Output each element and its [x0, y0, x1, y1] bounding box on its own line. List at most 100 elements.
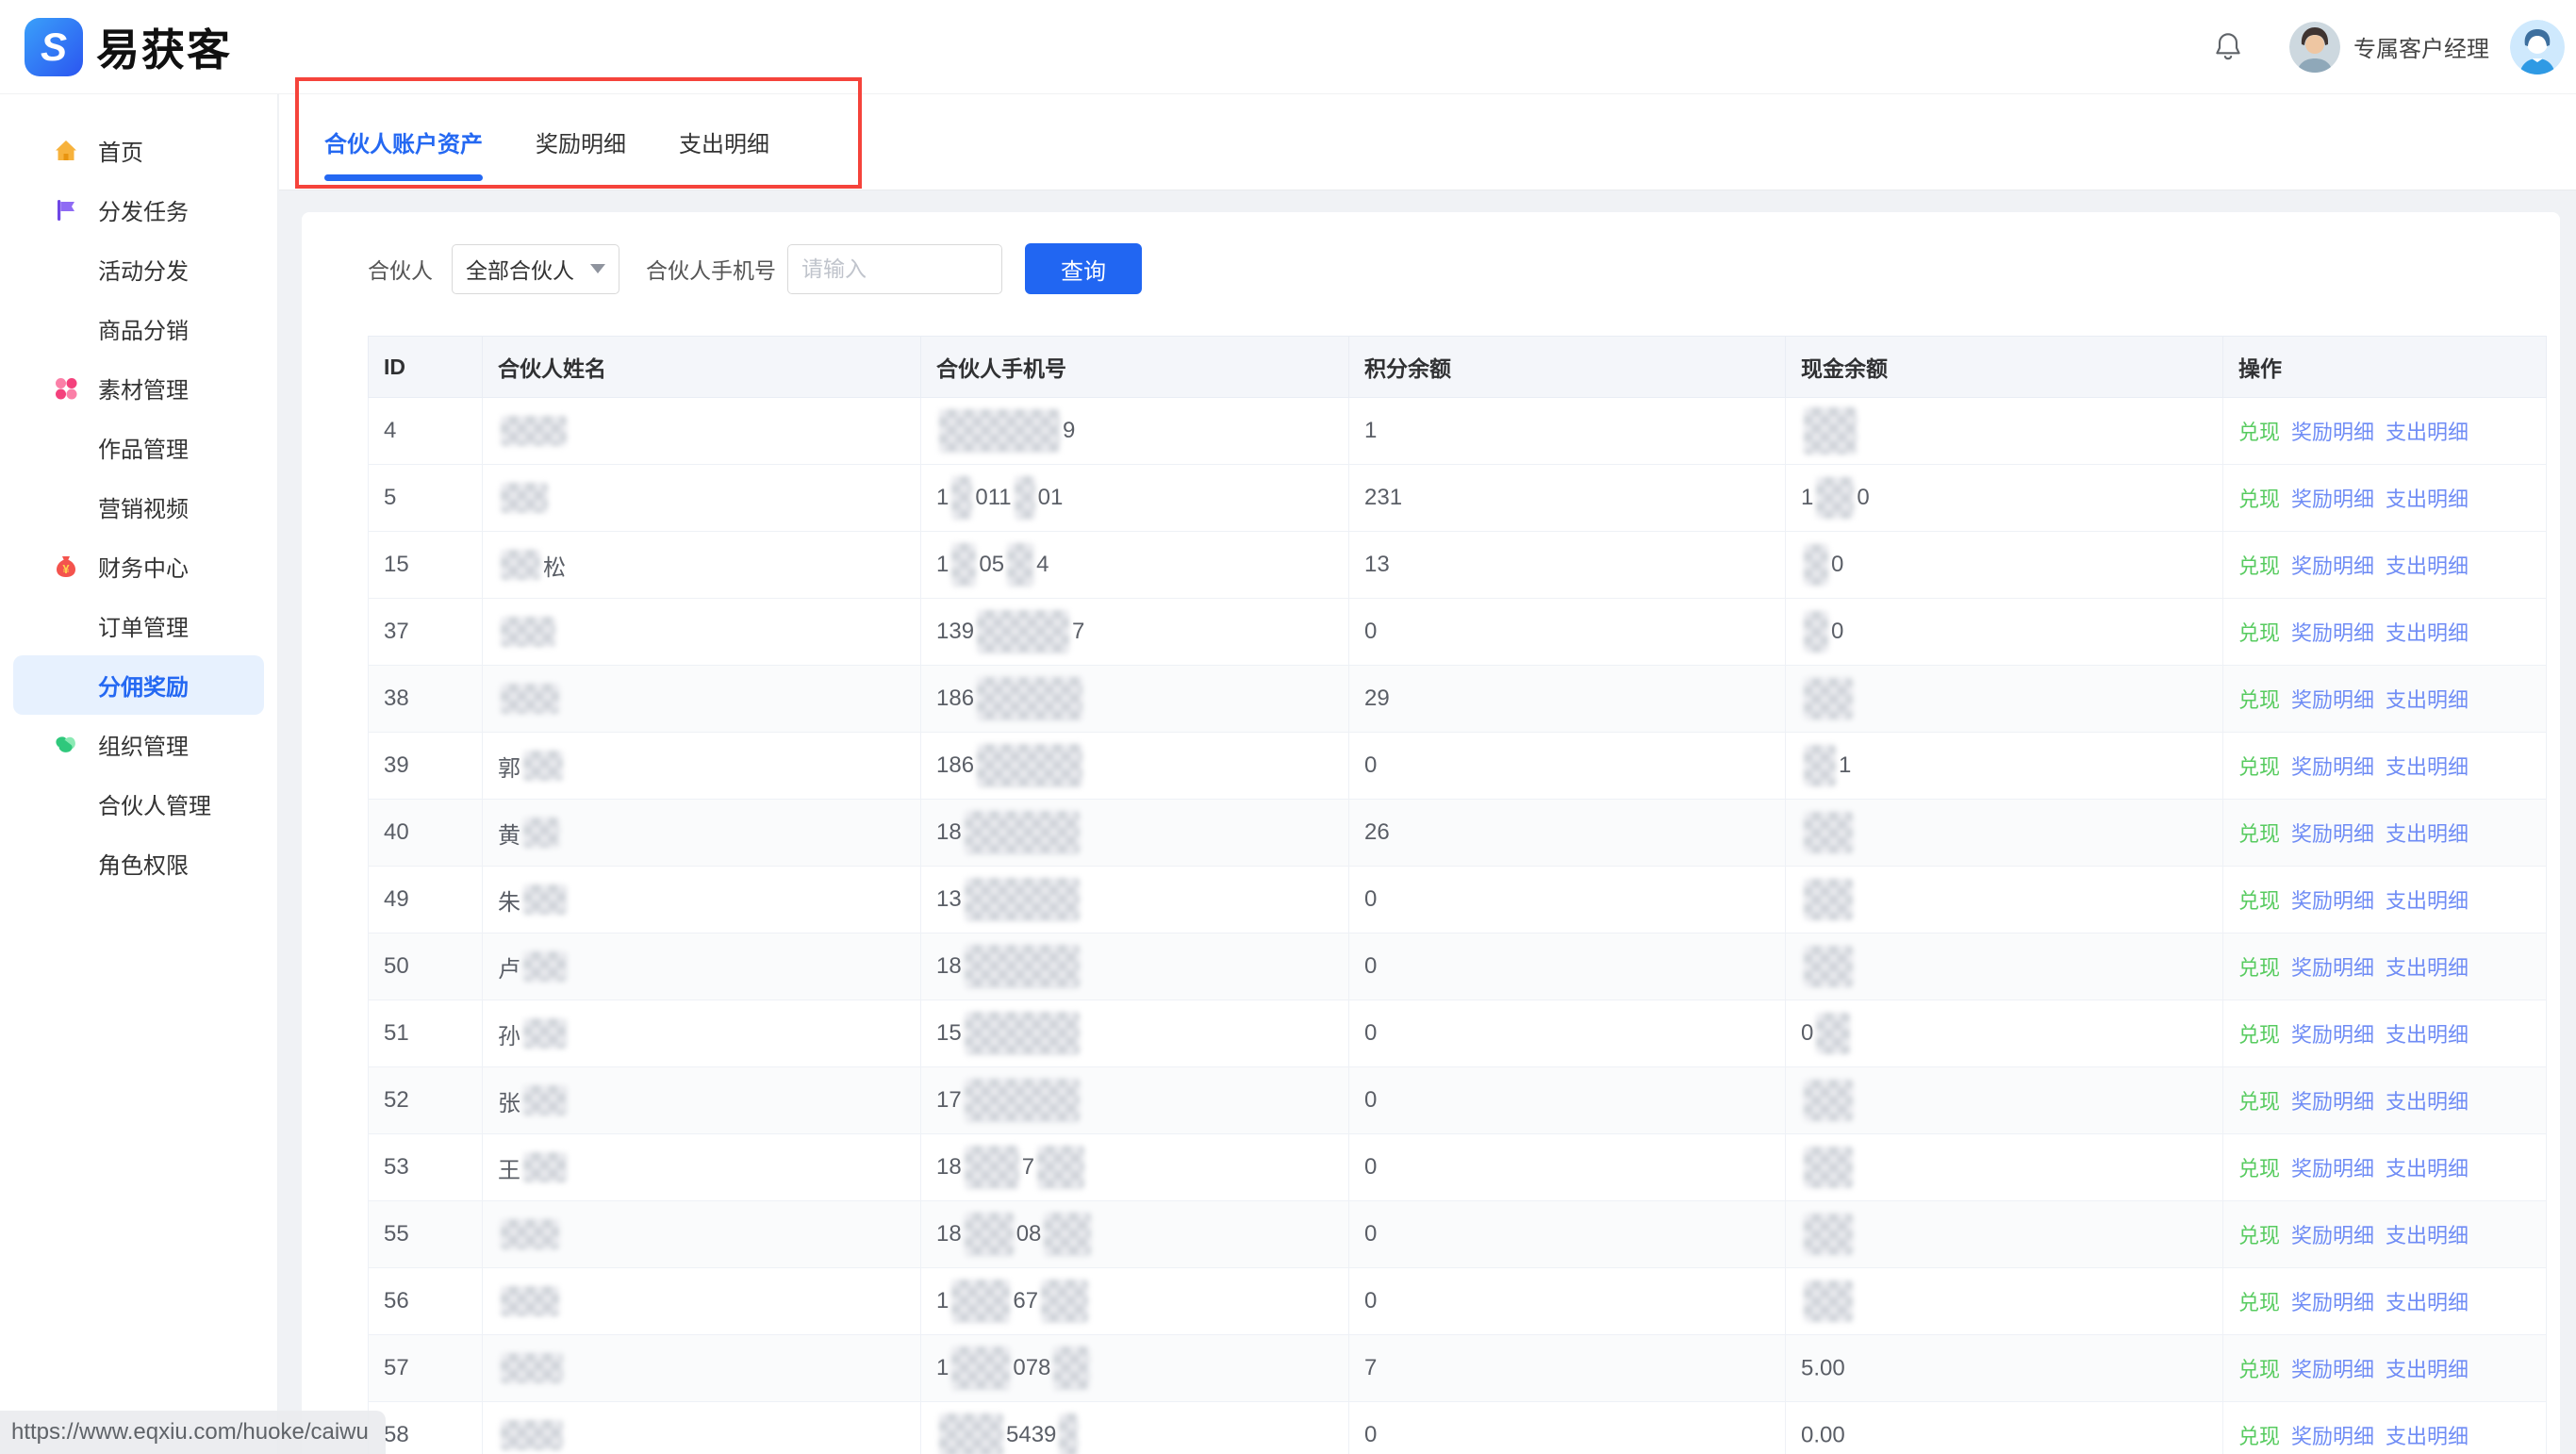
main-content: 合伙人账户资产奖励明细支出明细 合伙人 全部合伙人 合伙人手机号 查询 [279, 94, 2576, 1454]
brand[interactable]: S 易获客 [25, 16, 232, 78]
sidebar-item-material[interactable]: 素材管理 [0, 358, 277, 418]
cell-cash-balance: 0 [1786, 599, 2223, 666]
action-cash-out[interactable]: 兑现 [2238, 1291, 2280, 1314]
action-expense-detail[interactable]: 支出明细 [2386, 1224, 2469, 1247]
redacted-blur [1037, 1146, 1084, 1189]
action-cash-out[interactable]: 兑现 [2238, 421, 2280, 444]
table-row: 5518080兑现奖励明细支出明细 [369, 1201, 2547, 1268]
action-cash-out[interactable]: 兑现 [2238, 487, 2280, 511]
tab-reward-detail[interactable]: 奖励明细 [536, 94, 626, 190]
sidebar-item-orders[interactable]: 订单管理 [0, 596, 277, 655]
cell-actions: 兑现奖励明细支出明细 [2223, 1402, 2547, 1454]
action-cash-out[interactable]: 兑现 [2238, 889, 2280, 913]
action-reward-detail[interactable]: 奖励明细 [2291, 822, 2374, 846]
sidebar-item-home[interactable]: 首页 [0, 121, 277, 180]
action-reward-detail[interactable]: 奖励明细 [2291, 621, 2374, 645]
sidebar-item-roles[interactable]: 角色权限 [0, 834, 277, 893]
action-expense-detail[interactable]: 支出明细 [2386, 956, 2469, 980]
action-expense-detail[interactable]: 支出明细 [2386, 822, 2469, 846]
action-reward-detail[interactable]: 奖励明细 [2291, 755, 2374, 779]
action-reward-detail[interactable]: 奖励明细 [2291, 1157, 2374, 1181]
visible-text-fragment: 1 [936, 1355, 949, 1380]
svg-text:¥: ¥ [62, 562, 70, 576]
action-expense-detail[interactable]: 支出明细 [2386, 421, 2469, 444]
sidebar-item-label: 合伙人管理 [98, 787, 211, 820]
action-cash-out[interactable]: 兑现 [2238, 1023, 2280, 1047]
column-header-4: 现金余额 [1786, 337, 2223, 398]
action-reward-detail[interactable]: 奖励明细 [2291, 1358, 2374, 1381]
action-reward-detail[interactable]: 奖励明细 [2291, 956, 2374, 980]
sidebar-item-partners[interactable]: 合伙人管理 [0, 774, 277, 834]
action-reward-detail[interactable]: 奖励明细 [2291, 487, 2374, 511]
action-cash-out[interactable]: 兑现 [2238, 554, 2280, 578]
cell-id: 40 [369, 800, 483, 867]
action-expense-detail[interactable]: 支出明细 [2386, 1157, 2469, 1181]
visible-text-fragment: 0 [1801, 1020, 1813, 1046]
cell-partner-name [483, 666, 921, 733]
cell-actions: 兑现奖励明细支出明细 [2223, 666, 2547, 733]
sidebar: 首页分发任务活动分发商品分销素材管理作品管理营销视频¥财务中心订单管理分佣奖励组… [0, 94, 278, 1454]
handshake-icon [53, 732, 79, 758]
tab-partner-assets[interactable]: 合伙人账户资产 [324, 94, 483, 190]
action-expense-detail[interactable]: 支出明细 [2386, 1023, 2469, 1047]
action-reward-detail[interactable]: 奖励明细 [2291, 421, 2374, 444]
action-expense-detail[interactable]: 支出明细 [2386, 554, 2469, 578]
action-cash-out[interactable]: 兑现 [2238, 621, 2280, 645]
action-reward-detail[interactable]: 奖励明细 [2291, 1090, 2374, 1114]
customer-service-avatar[interactable] [2510, 20, 2565, 74]
action-expense-detail[interactable]: 支出明细 [2386, 1358, 2469, 1381]
sidebar-item-goods[interactable]: 商品分销 [0, 299, 277, 358]
action-expense-detail[interactable]: 支出明细 [2386, 688, 2469, 712]
action-reward-detail[interactable]: 奖励明细 [2291, 554, 2374, 578]
redacted-blur [1816, 1013, 1850, 1054]
search-button[interactable]: 查询 [1025, 243, 1142, 294]
sidebar-item-org[interactable]: 组织管理 [0, 715, 277, 774]
notification-bell-icon[interactable] [2210, 29, 2246, 65]
action-expense-detail[interactable]: 支出明细 [2386, 1291, 2469, 1314]
action-cash-out[interactable]: 兑现 [2238, 1090, 2280, 1114]
action-cash-out[interactable]: 兑现 [2238, 1224, 2280, 1247]
action-cash-out[interactable]: 兑现 [2238, 1157, 2280, 1181]
action-reward-detail[interactable]: 奖励明细 [2291, 1425, 2374, 1448]
phone-input[interactable] [787, 244, 1002, 294]
redacted-blur [523, 1085, 567, 1115]
action-cash-out[interactable]: 兑现 [2238, 688, 2280, 712]
sidebar-item-finance[interactable]: ¥财务中心 [0, 537, 277, 596]
visible-text-fragment: 卢 [498, 957, 520, 983]
tab-expense-detail[interactable]: 支出明细 [679, 94, 769, 190]
action-expense-detail[interactable]: 支出明细 [2386, 889, 2469, 913]
partner-select[interactable]: 全部合伙人 [452, 244, 619, 294]
sidebar-item-label: 商品分销 [98, 312, 189, 345]
redacted-blur [1804, 1281, 1853, 1322]
action-reward-detail[interactable]: 奖励明细 [2291, 889, 2374, 913]
action-reward-detail[interactable]: 奖励明细 [2291, 1291, 2374, 1314]
sidebar-item-activity[interactable]: 活动分发 [0, 240, 277, 299]
action-expense-detail[interactable]: 支出明细 [2386, 1425, 2469, 1448]
cell-cash-balance: 1 [1786, 733, 2223, 800]
action-expense-detail[interactable]: 支出明细 [2386, 621, 2469, 645]
action-cash-out[interactable]: 兑现 [2238, 1358, 2280, 1381]
redacted-blur [1804, 544, 1828, 586]
action-reward-detail[interactable]: 奖励明细 [2291, 688, 2374, 712]
user-avatar[interactable] [2289, 22, 2340, 73]
action-expense-detail[interactable]: 支出明细 [2386, 755, 2469, 779]
sidebar-item-video[interactable]: 营销视频 [0, 477, 277, 537]
action-reward-detail[interactable]: 奖励明细 [2291, 1023, 2374, 1047]
sidebar-item-commission[interactable]: 分佣奖励 [13, 655, 264, 715]
cell-partner-name [483, 398, 921, 465]
action-reward-detail[interactable]: 奖励明细 [2291, 1224, 2374, 1247]
visible-text-fragment: 0 [1831, 552, 1843, 577]
sidebar-item-works[interactable]: 作品管理 [0, 418, 277, 477]
action-cash-out[interactable]: 兑现 [2238, 755, 2280, 779]
cell-partner-name [483, 465, 921, 532]
visible-text-fragment: 黄 [498, 823, 520, 849]
brand-logo-icon: S [25, 18, 83, 76]
cell-actions: 兑现奖励明细支出明细 [2223, 934, 2547, 1000]
visible-text-fragment: 9 [1063, 418, 1075, 443]
action-cash-out[interactable]: 兑现 [2238, 956, 2280, 980]
action-cash-out[interactable]: 兑现 [2238, 822, 2280, 846]
action-cash-out[interactable]: 兑现 [2238, 1425, 2280, 1448]
action-expense-detail[interactable]: 支出明细 [2386, 487, 2469, 511]
action-expense-detail[interactable]: 支出明细 [2386, 1090, 2469, 1114]
sidebar-item-dispatch[interactable]: 分发任务 [0, 180, 277, 240]
